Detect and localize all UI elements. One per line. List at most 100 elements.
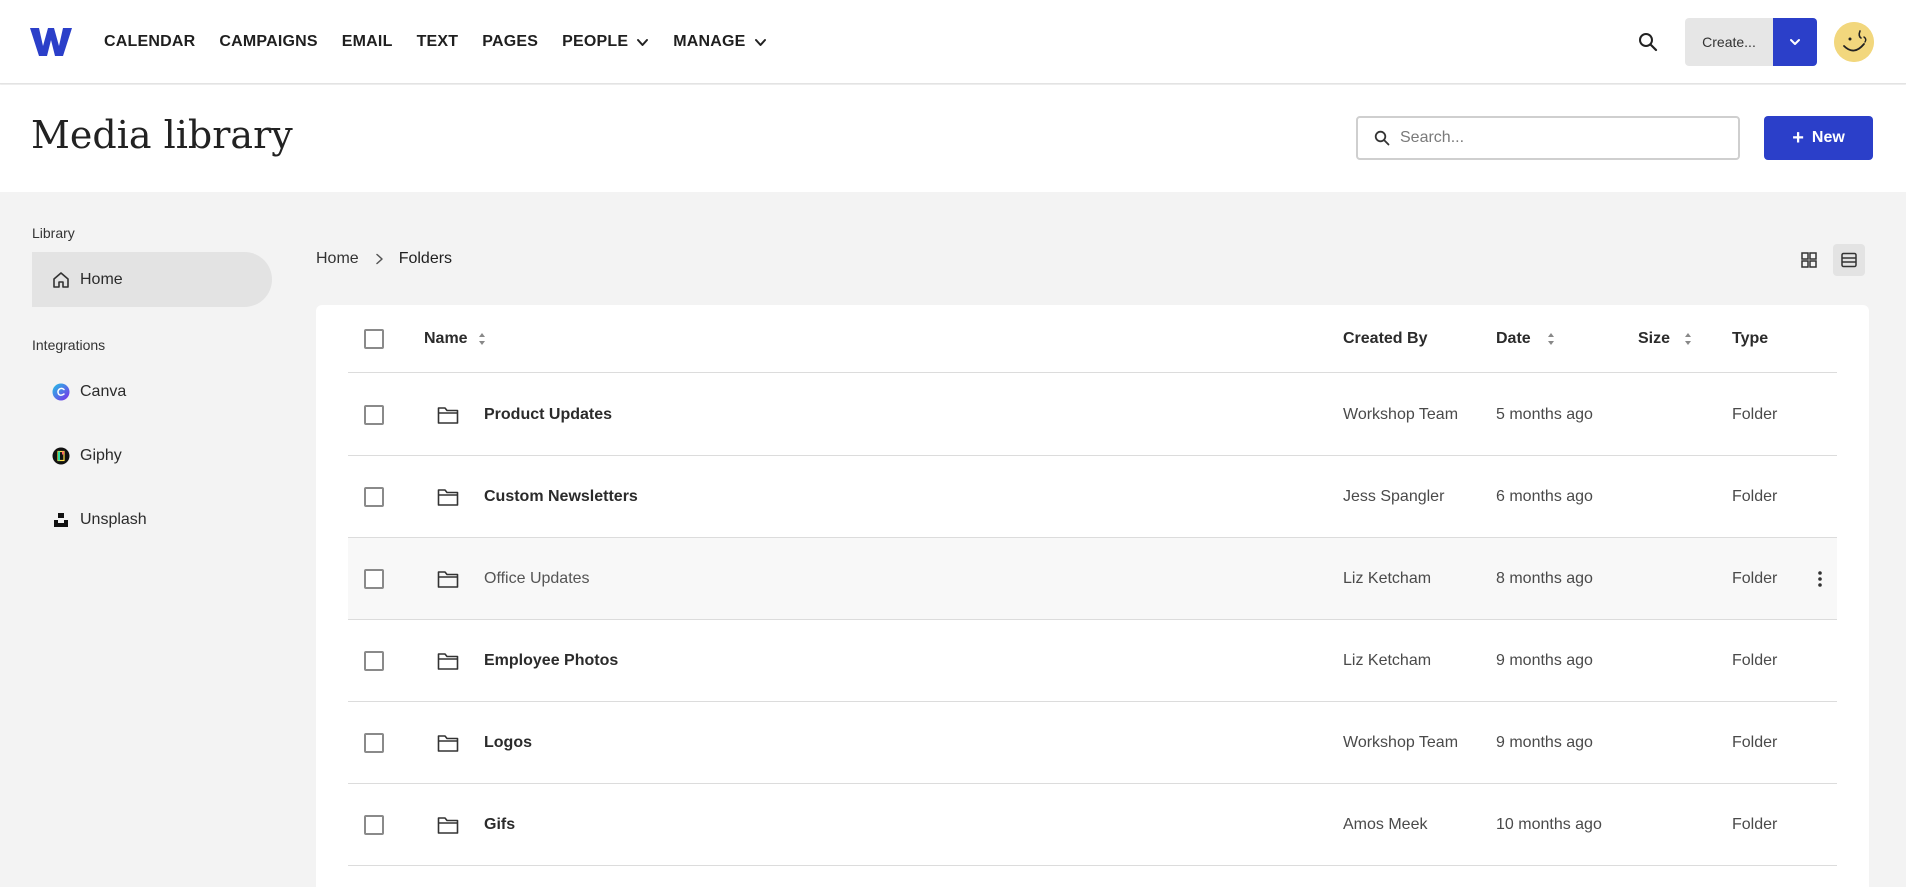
search-input[interactable]: [1400, 129, 1720, 147]
giphy-icon: [52, 447, 70, 465]
row-date: 5 months ago: [1496, 406, 1593, 423]
row-checkbox[interactable]: [364, 651, 384, 671]
grid-view-button[interactable]: [1793, 244, 1825, 276]
nav-item-email[interactable]: EMAIL: [342, 33, 393, 51]
breadcrumb-home-link[interactable]: Home: [316, 250, 359, 268]
row-date: 9 months ago: [1496, 734, 1593, 751]
nav-item-label: EMAIL: [341, 33, 393, 50]
row-name[interactable]: Product Updates: [484, 374, 612, 456]
row-name[interactable]: Employee Photos: [484, 620, 618, 702]
unsplash-icon: [52, 511, 70, 529]
chevron-down-icon: [637, 38, 649, 46]
row-checkbox[interactable]: [364, 815, 384, 835]
create-dropdown-button[interactable]: [1773, 18, 1817, 66]
smiley-face-icon: [1834, 22, 1874, 62]
row-checkbox-cell: [364, 374, 384, 456]
row-checkbox[interactable]: [364, 733, 384, 753]
sidebar-item-label: Unsplash: [80, 510, 147, 528]
row-name[interactable]: Office Updates: [484, 538, 590, 620]
sidebar-item-label: Canva: [80, 382, 127, 400]
table-row[interactable]: Gifs Amos Meek 10 months ago Folder: [348, 784, 1837, 866]
row-type: Folder: [1732, 406, 1778, 423]
main-menu: CALENDAR CAMPAIGNS EMAIL TEXT PAGES PEOPLE MAN…: [104, 0, 791, 84]
nav-item-pages[interactable]: PAGES: [482, 33, 538, 51]
row-type: Folder: [1732, 570, 1778, 587]
nav-item-people[interactable]: PEOPLE: [562, 33, 649, 51]
home-icon: [52, 271, 70, 289]
table-row[interactable]: Custom Newsletters Jess Spangler 6 months …: [348, 456, 1837, 538]
folder-icon-cell: [437, 702, 459, 784]
sidebar-item-canva[interactable]: Canva: [32, 364, 272, 419]
nav-item-manage[interactable]: MANAGE: [673, 33, 766, 51]
row-checkbox[interactable]: [364, 569, 384, 589]
new-button-label: New: [1811, 129, 1845, 146]
create-button[interactable]: Create...: [1685, 18, 1773, 66]
list-view-button[interactable]: [1833, 244, 1865, 276]
row-type: Folder: [1732, 652, 1778, 669]
nav-item-label: MANAGE: [673, 33, 746, 50]
column-header-created-by-label: Created By: [1343, 330, 1428, 347]
row-created-by: Liz Ketcham: [1343, 652, 1432, 669]
row-name[interactable]: Custom Newsletters: [484, 456, 638, 538]
search-icon[interactable]: [1638, 32, 1658, 52]
sort-icon: [1547, 333, 1554, 345]
media-table: Name Created By Date Size Type Product U…: [316, 305, 1869, 887]
sidebar-item-giphy[interactable]: Giphy: [32, 428, 272, 483]
list-view-icon: [1841, 252, 1857, 268]
plus-icon: +: [1792, 126, 1804, 149]
integrations-section-label: Integrations: [32, 337, 106, 353]
row-checkbox-cell: [364, 620, 384, 702]
new-button[interactable]: + New: [1764, 116, 1873, 160]
column-header-created-by: Created By: [1343, 305, 1427, 373]
column-header-type-label: Type: [1732, 330, 1769, 347]
folder-icon-cell: [437, 374, 459, 456]
row-checkbox[interactable]: [364, 405, 384, 425]
column-header-date[interactable]: Date: [1496, 305, 1555, 373]
header-checkbox-cell: [364, 305, 384, 373]
row-type: Folder: [1732, 734, 1778, 751]
nav-item-campaigns[interactable]: CAMPAIGNS: [219, 33, 317, 51]
nav-item-calendar[interactable]: CALENDAR: [104, 33, 195, 51]
folder-icon: [437, 407, 459, 424]
folder-icon-cell: [437, 456, 459, 538]
top-navigation: CALENDAR CAMPAIGNS EMAIL TEXT PAGES PEOPLE MAN…: [0, 0, 1906, 84]
breadcrumb: Home Folders: [316, 250, 452, 268]
row-created-by: Jess Spangler: [1343, 488, 1445, 505]
page-title: Media library: [31, 113, 293, 157]
row-date: 8 months ago: [1496, 570, 1593, 587]
column-header-name-label: Name: [424, 330, 468, 347]
folder-icon: [437, 817, 459, 834]
column-header-size-label: Size: [1638, 330, 1671, 347]
table-row[interactable]: Product Updates Workshop Team 5 months ago…: [348, 374, 1837, 456]
column-header-name[interactable]: Name: [424, 305, 486, 373]
sort-icon: [478, 333, 485, 345]
row-name[interactable]: Gifs: [484, 784, 515, 866]
more-options-icon[interactable]: [1810, 569, 1830, 589]
chevron-down-icon: [1790, 39, 1800, 45]
canva-icon: [52, 383, 70, 401]
media-search-box: [1356, 116, 1740, 160]
row-created-by: Workshop Team: [1343, 406, 1459, 423]
folder-icon: [437, 735, 459, 752]
column-header-size[interactable]: Size: [1638, 305, 1692, 373]
nav-item-label: TEXT: [416, 33, 459, 50]
row-name[interactable]: Logos: [484, 702, 532, 784]
chevron-right-icon: [375, 253, 383, 265]
table-row[interactable]: Office Updates Liz Ketcham 8 months ago Fol…: [348, 538, 1837, 620]
sidebar-item-home[interactable]: Home: [32, 252, 272, 307]
column-header-type: Type: [1732, 305, 1768, 373]
nav-item-label: PEOPLE: [562, 33, 629, 50]
folder-icon-cell: [437, 538, 459, 620]
table-header: Name Created By Date Size Type: [348, 305, 1837, 373]
avatar[interactable]: [1834, 22, 1874, 62]
nav-item-text[interactable]: TEXT: [417, 33, 459, 51]
sidebar-item-unsplash[interactable]: Unsplash: [32, 492, 272, 547]
row-type: Folder: [1732, 816, 1778, 833]
select-all-checkbox[interactable]: [364, 329, 384, 349]
grid-icon: [1801, 252, 1817, 268]
table-row[interactable]: Employee Photos Liz Ketcham 9 months ago Fo…: [348, 620, 1837, 702]
row-checkbox[interactable]: [364, 487, 384, 507]
table-row[interactable]: Logos Workshop Team 9 months ago Folder: [348, 702, 1837, 784]
workshop-logo-icon[interactable]: [30, 26, 72, 58]
row-created-by: Amos Meek: [1343, 816, 1428, 833]
